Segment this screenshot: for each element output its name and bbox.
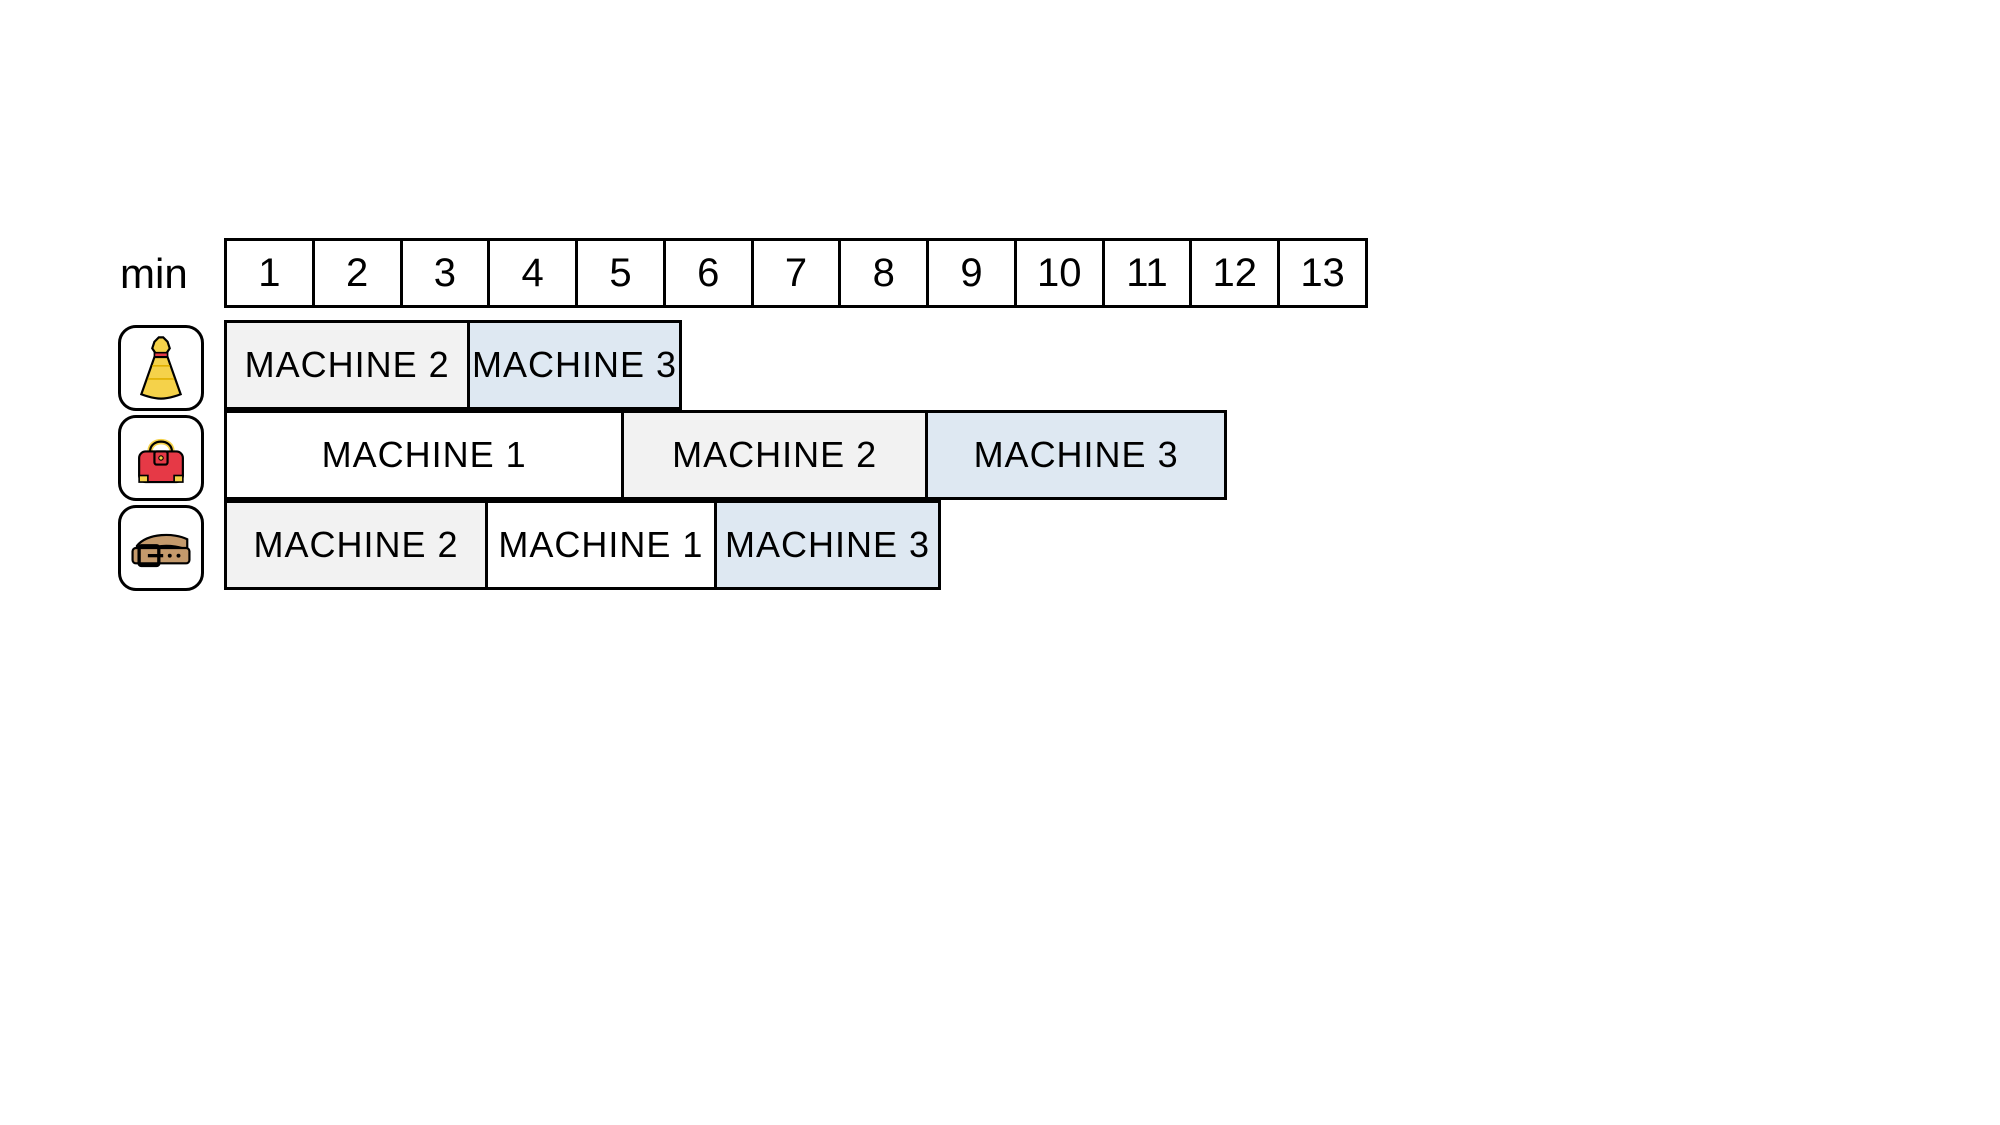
gantt-row-dress: MACHINE 2MACHINE 3 (224, 320, 682, 410)
gantt-bar-belt: MACHINE 2 (224, 500, 488, 590)
timeline-tick: 5 (578, 241, 666, 305)
timeline-tick: 4 (490, 241, 578, 305)
gantt-bar-handbag: MACHINE 3 (928, 410, 1227, 500)
axis-label-min: min (120, 250, 188, 298)
timeline-tick: 12 (1192, 241, 1280, 305)
handbag-icon (118, 415, 204, 501)
gantt-bar-dress: MACHINE 3 (470, 320, 681, 410)
timeline-axis: 12345678910111213 (224, 238, 1368, 308)
timeline-tick: 7 (754, 241, 842, 305)
gantt-bar-handbag: MACHINE 1 (224, 410, 624, 500)
timeline-tick: 3 (403, 241, 491, 305)
timeline-tick: 10 (1017, 241, 1105, 305)
belt-icon (118, 505, 204, 591)
gantt-bar-dress: MACHINE 2 (224, 320, 470, 410)
timeline-tick: 11 (1105, 241, 1193, 305)
timeline-tick: 8 (841, 241, 929, 305)
dress-icon (118, 325, 204, 411)
gantt-bar-handbag: MACHINE 2 (624, 410, 928, 500)
timeline-tick: 6 (666, 241, 754, 305)
gantt-row-handbag: MACHINE 1MACHINE 2MACHINE 3 (224, 410, 1227, 500)
gantt-diagram: min 12345678910111213 (0, 0, 2000, 1125)
timeline-tick: 9 (929, 241, 1017, 305)
gantt-bar-belt: MACHINE 3 (717, 500, 941, 590)
timeline-tick: 2 (315, 241, 403, 305)
timeline-tick: 13 (1280, 241, 1365, 305)
gantt-row-belt: MACHINE 2MACHINE 1MACHINE 3 (224, 500, 941, 590)
gantt-bar-belt: MACHINE 1 (488, 500, 717, 590)
timeline-tick: 1 (227, 241, 315, 305)
